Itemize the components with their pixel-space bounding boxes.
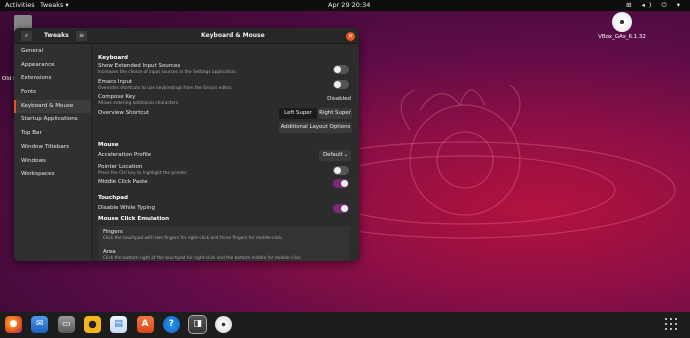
middle-label: Middle Click Paste	[98, 179, 148, 185]
search-button[interactable]: ⌕	[21, 31, 32, 41]
sidebar: General Appearance Extensions Fonts Keyboard…	[14, 44, 92, 261]
toggle-knob	[334, 81, 341, 88]
dock-glyph: ◨	[193, 319, 202, 329]
help-icon[interactable]: ?	[162, 316, 180, 333]
compose-label: Compose Key	[98, 94, 136, 100]
sidebar-item-general[interactable]: General	[14, 45, 91, 59]
middle-toggle[interactable]	[333, 179, 349, 188]
files-icon[interactable]: ▭	[57, 316, 75, 333]
top-bar: Activities Tweaks ▾ Apr 29 20:34 ⊞ ◂) ⏻ …	[0, 0, 690, 11]
dock-glyph: ✉	[36, 319, 44, 329]
dock-glyph: A	[141, 319, 149, 329]
chevron-down-icon: ⌄	[343, 152, 348, 158]
app-menu-label: Tweaks	[40, 1, 64, 9]
settings-panel: Keyboard Show Extended Input Sources Inc…	[93, 44, 359, 261]
area-desc: Click the bottom right of the touchpad f…	[103, 256, 303, 261]
sidebar-item-workspaces[interactable]: Workspaces	[14, 168, 91, 182]
dock-glyph: ▭	[61, 319, 71, 329]
dock-glyph	[84, 316, 101, 333]
keyboard-section-title: Keyboard	[98, 55, 129, 61]
activities-button[interactable]: Activities	[5, 1, 35, 9]
tweaks-window: ⌕ Tweaks ≡ Keyboard & Mouse × General App…	[14, 28, 359, 261]
compose-value[interactable]: Disabled	[327, 96, 351, 102]
show-applications-button[interactable]	[665, 318, 677, 330]
sidebar-item-windows[interactable]: Windows	[14, 155, 91, 169]
additional-layout-button[interactable]: Additional Layout Options	[279, 122, 352, 133]
fingers-desc: Click the touchpad with two fingers for …	[103, 236, 284, 241]
tweaks-icon[interactable]: ◨	[188, 315, 208, 334]
libreoffice-writer-icon[interactable]: ▤	[110, 316, 128, 333]
dock	[0, 312, 690, 338]
dock-glyph: ●	[9, 319, 18, 329]
disc-icon[interactable]	[215, 316, 233, 333]
sidebar-title: Tweaks	[44, 32, 69, 39]
disc-label: VBox_GAs_6.1.32	[598, 34, 646, 40]
grid-dot	[675, 318, 677, 320]
hamburger-icon: ≡	[78, 32, 85, 39]
emulation-box: Fingers Click the touchpad with two fing…	[98, 226, 350, 261]
touchpad-section-title: Touchpad	[98, 195, 128, 201]
accel-value: Default	[323, 152, 343, 158]
toggle-knob	[334, 167, 341, 174]
pointer-label: Pointer Location	[98, 164, 143, 170]
sidebar-item-top-bar[interactable]: Top Bar	[14, 127, 91, 141]
grid-dot	[675, 328, 677, 330]
toggle-knob	[341, 205, 348, 212]
app-menu[interactable]: Tweaks ▾	[40, 1, 69, 9]
emacs-desc: Overrides shortcuts to use keybindings f…	[98, 86, 233, 91]
close-button[interactable]: ×	[346, 32, 355, 41]
show-ext-label: Show Extended Input Sources	[98, 63, 181, 69]
pointer-desc: Press the Ctrl key to highlight the poin…	[98, 171, 188, 176]
sidebar-item-appearance[interactable]: Appearance	[14, 59, 91, 73]
menu-button[interactable]: ≡	[76, 31, 87, 41]
clock[interactable]: Apr 29 20:34	[328, 1, 370, 9]
grid-dot	[665, 318, 667, 320]
pointer-toggle[interactable]	[333, 166, 349, 175]
disc-icon	[612, 12, 632, 32]
left-super-button[interactable]: Left Super	[279, 108, 317, 119]
grid-dot	[665, 328, 667, 330]
fingers-option[interactable]: Fingers	[103, 229, 123, 235]
dock-glyph: ?	[168, 319, 174, 329]
firefox-icon[interactable]: ●	[5, 316, 22, 333]
rhythmbox-icon[interactable]	[83, 316, 101, 333]
overview-label: Overview Shortcut	[98, 110, 150, 116]
toggle-knob	[334, 66, 341, 73]
disable-typing-label: Disable While Typing	[98, 205, 156, 211]
app-center-icon[interactable]: A	[136, 316, 154, 333]
grid-dot	[670, 323, 672, 325]
area-option[interactable]: Area	[103, 249, 116, 255]
sidebar-item-keyboard-mouse[interactable]: Keyboard & Mouse	[14, 99, 91, 114]
close-icon: ×	[347, 32, 354, 40]
toggle-knob	[341, 180, 348, 187]
show-ext-desc: Increases the choice of input sources in…	[98, 70, 238, 75]
right-super-button[interactable]: Right Super	[318, 108, 352, 119]
sidebar-item-fonts[interactable]: Fonts	[14, 86, 91, 100]
grid-dot	[670, 328, 672, 330]
accel-dropdown[interactable]: Default ⌄	[319, 150, 351, 161]
grid-dot	[665, 323, 667, 325]
wallpaper-decoration	[360, 84, 676, 239]
emulation-section-title: Mouse Click Emulation	[98, 216, 170, 222]
dock-glyph: ▤	[114, 319, 123, 329]
window-header: ⌕ Tweaks ≡ Keyboard & Mouse ×	[14, 28, 359, 44]
emacs-toggle[interactable]	[333, 80, 349, 89]
accel-label: Acceleration Profile	[98, 152, 152, 158]
desktop-disc[interactable]: VBox_GAs_6.1.32	[594, 12, 650, 40]
thunderbird-icon[interactable]: ✉	[31, 316, 49, 333]
grid-dot	[675, 323, 677, 325]
grid-dot	[670, 318, 672, 320]
sidebar-item-window-titlebars[interactable]: Window Titlebars	[14, 141, 91, 155]
show-ext-toggle[interactable]	[333, 65, 349, 74]
sidebar-item-startup-applications[interactable]: Startup Applications	[14, 113, 91, 127]
search-icon: ⌕	[24, 32, 29, 39]
system-menu[interactable]: ⊞ ◂) ⏻ ▾	[626, 1, 684, 10]
emacs-label: Emacs Input	[98, 79, 133, 85]
compose-desc: Allows entering additional characters.	[98, 101, 180, 106]
mouse-section-title: Mouse	[98, 142, 119, 148]
dock-glyph	[215, 316, 232, 333]
sidebar-item-extensions[interactable]: Extensions	[14, 72, 91, 86]
disable-typing-toggle[interactable]	[333, 204, 349, 213]
window-title: Keyboard & Mouse	[201, 32, 265, 39]
